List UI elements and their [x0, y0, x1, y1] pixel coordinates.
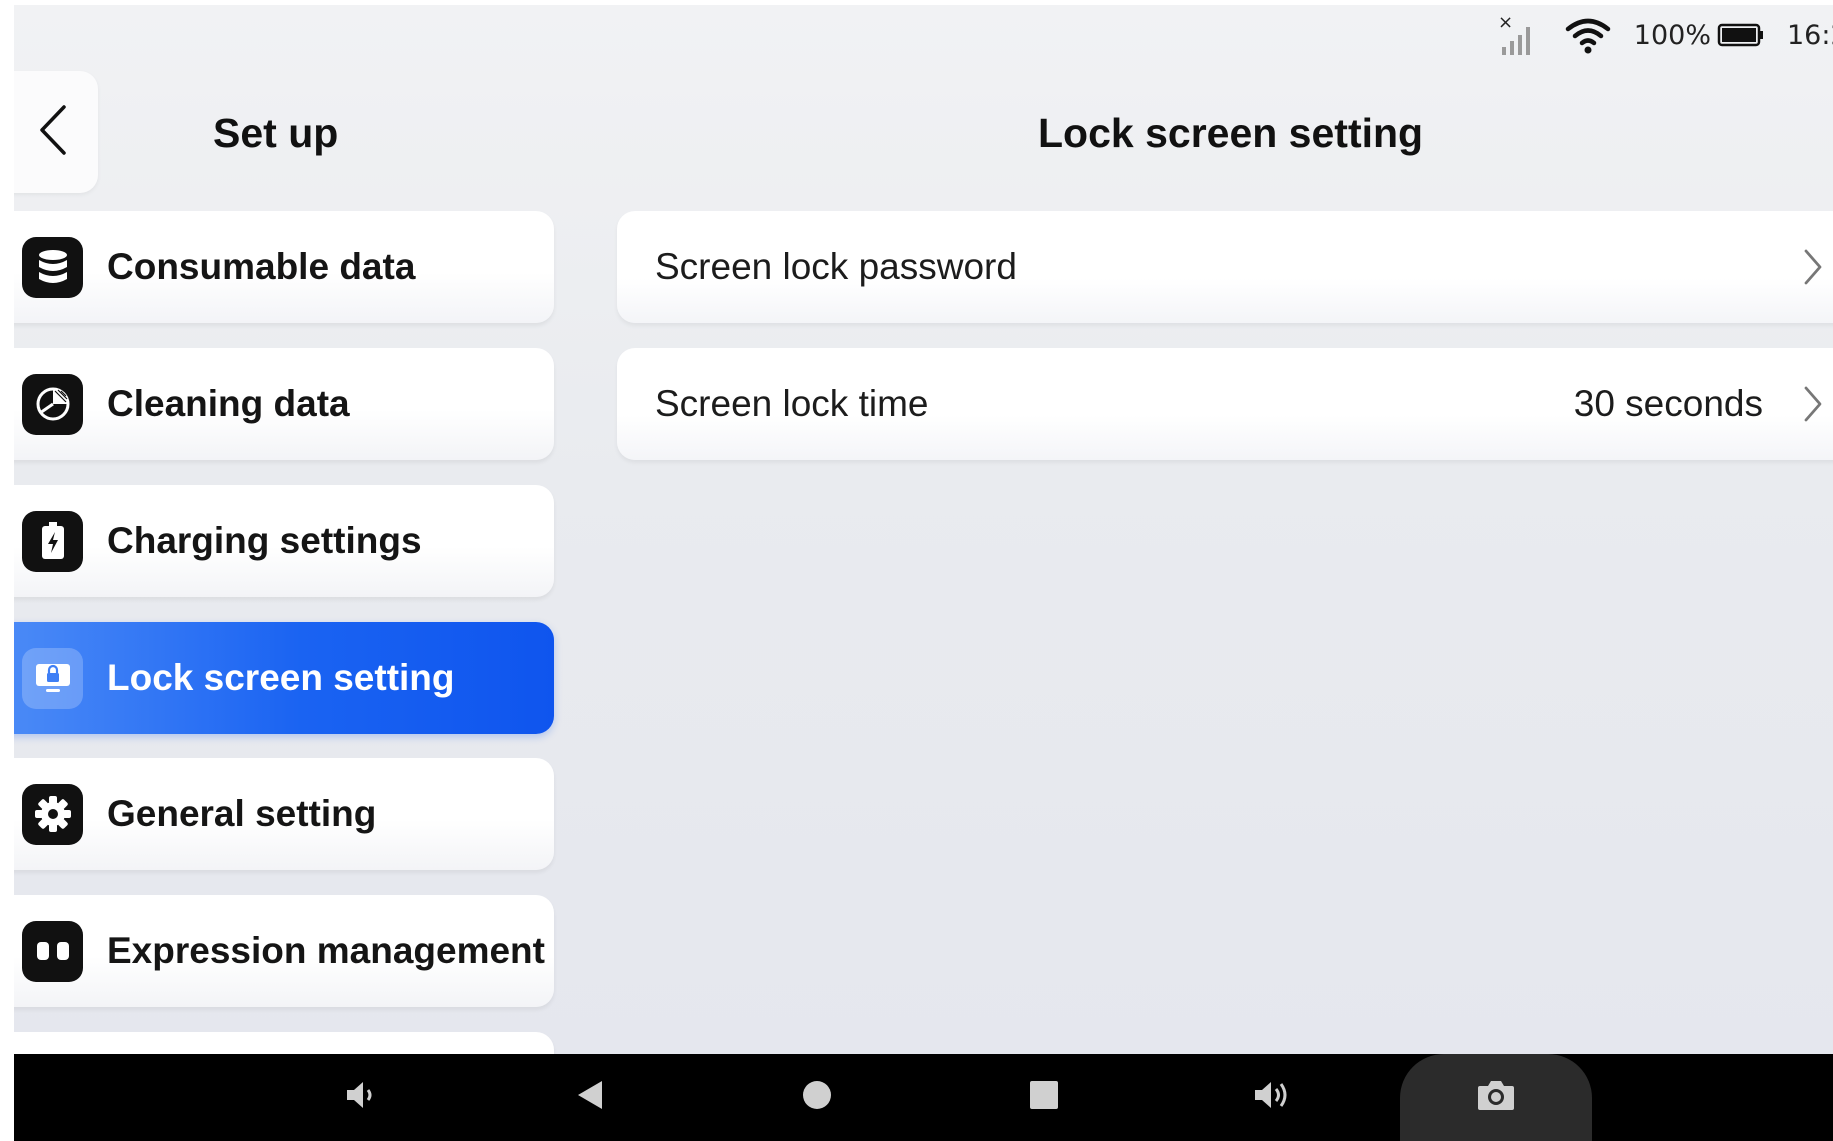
- database-icon: [22, 236, 83, 298]
- sidebar-item-charging-settings[interactable]: Charging settings: [14, 485, 554, 597]
- screenshot-button[interactable]: [1466, 1054, 1526, 1141]
- svg-text:×: ×: [1498, 13, 1513, 33]
- screen-lock-time-value: 30 seconds: [1573, 383, 1763, 424]
- volume-down-button[interactable]: [332, 1054, 392, 1141]
- sidebar-item-expression-management[interactable]: Expression management: [14, 895, 554, 1007]
- sidebar-item-label: Consumable data: [107, 246, 416, 287]
- battery-icon: [1717, 21, 1765, 49]
- pie-chart-icon: [22, 373, 83, 435]
- square-recents-icon: [1029, 1080, 1059, 1115]
- no-signal-icon: ×: [1496, 13, 1542, 57]
- battery-percent: 100%: [1633, 19, 1711, 51]
- sidebar-title: Set up: [213, 110, 339, 156]
- sidebar-item-consumable-data[interactable]: Consumable data: [14, 211, 554, 323]
- wifi-icon: [1564, 15, 1612, 55]
- row-label: Screen lock time: [655, 383, 929, 424]
- volume-down-icon: [344, 1078, 380, 1117]
- back-nav-button[interactable]: [560, 1054, 620, 1141]
- row-label: Screen lock password: [655, 246, 1017, 287]
- circle-home-icon: [802, 1080, 832, 1115]
- status-bar: × 100% 16:: [1496, 5, 1833, 65]
- volume-up-button[interactable]: [1242, 1054, 1302, 1141]
- clock: 16:2: [1787, 19, 1833, 51]
- lock-screen-icon: [22, 647, 83, 709]
- triangle-back-icon: [575, 1079, 605, 1116]
- screen-lock-password-row[interactable]: Screen lock password: [617, 211, 1833, 323]
- face-icon: [22, 920, 83, 982]
- screen-lock-time-row[interactable]: Screen lock time 30 seconds: [617, 348, 1833, 460]
- battery-charging-icon: [22, 510, 83, 572]
- back-button[interactable]: [14, 71, 98, 193]
- settings-screen: × 100% 16: Set up Lock screen setting Co…: [14, 5, 1833, 1054]
- gear-icon: [22, 783, 83, 845]
- sidebar-item-label: Cleaning data: [107, 383, 350, 424]
- home-button[interactable]: [787, 1054, 847, 1141]
- volume-up-icon: [1252, 1078, 1292, 1117]
- chevron-left-icon: [38, 104, 68, 161]
- sidebar-item-cleaning-data[interactable]: Cleaning data: [14, 348, 554, 460]
- sidebar-item-lock-screen-setting[interactable]: Lock screen setting: [14, 622, 554, 734]
- navigation-bar: [14, 1054, 1833, 1141]
- sidebar-item-label: General setting: [107, 793, 377, 834]
- chevron-right-icon: [1803, 386, 1823, 427]
- page-title: Lock screen setting: [1038, 110, 1424, 156]
- sidebar-item-general-setting[interactable]: General setting: [14, 758, 554, 870]
- sidebar-item-label: Charging settings: [107, 520, 422, 561]
- sidebar-item-label: Lock screen setting: [107, 657, 455, 698]
- chevron-right-icon: [1803, 249, 1823, 290]
- sidebar-item-label: Expression management: [107, 930, 545, 971]
- recents-button[interactable]: [1014, 1054, 1074, 1141]
- sidebar-item-more[interactable]: [14, 1032, 554, 1054]
- camera-icon: [1476, 1078, 1516, 1117]
